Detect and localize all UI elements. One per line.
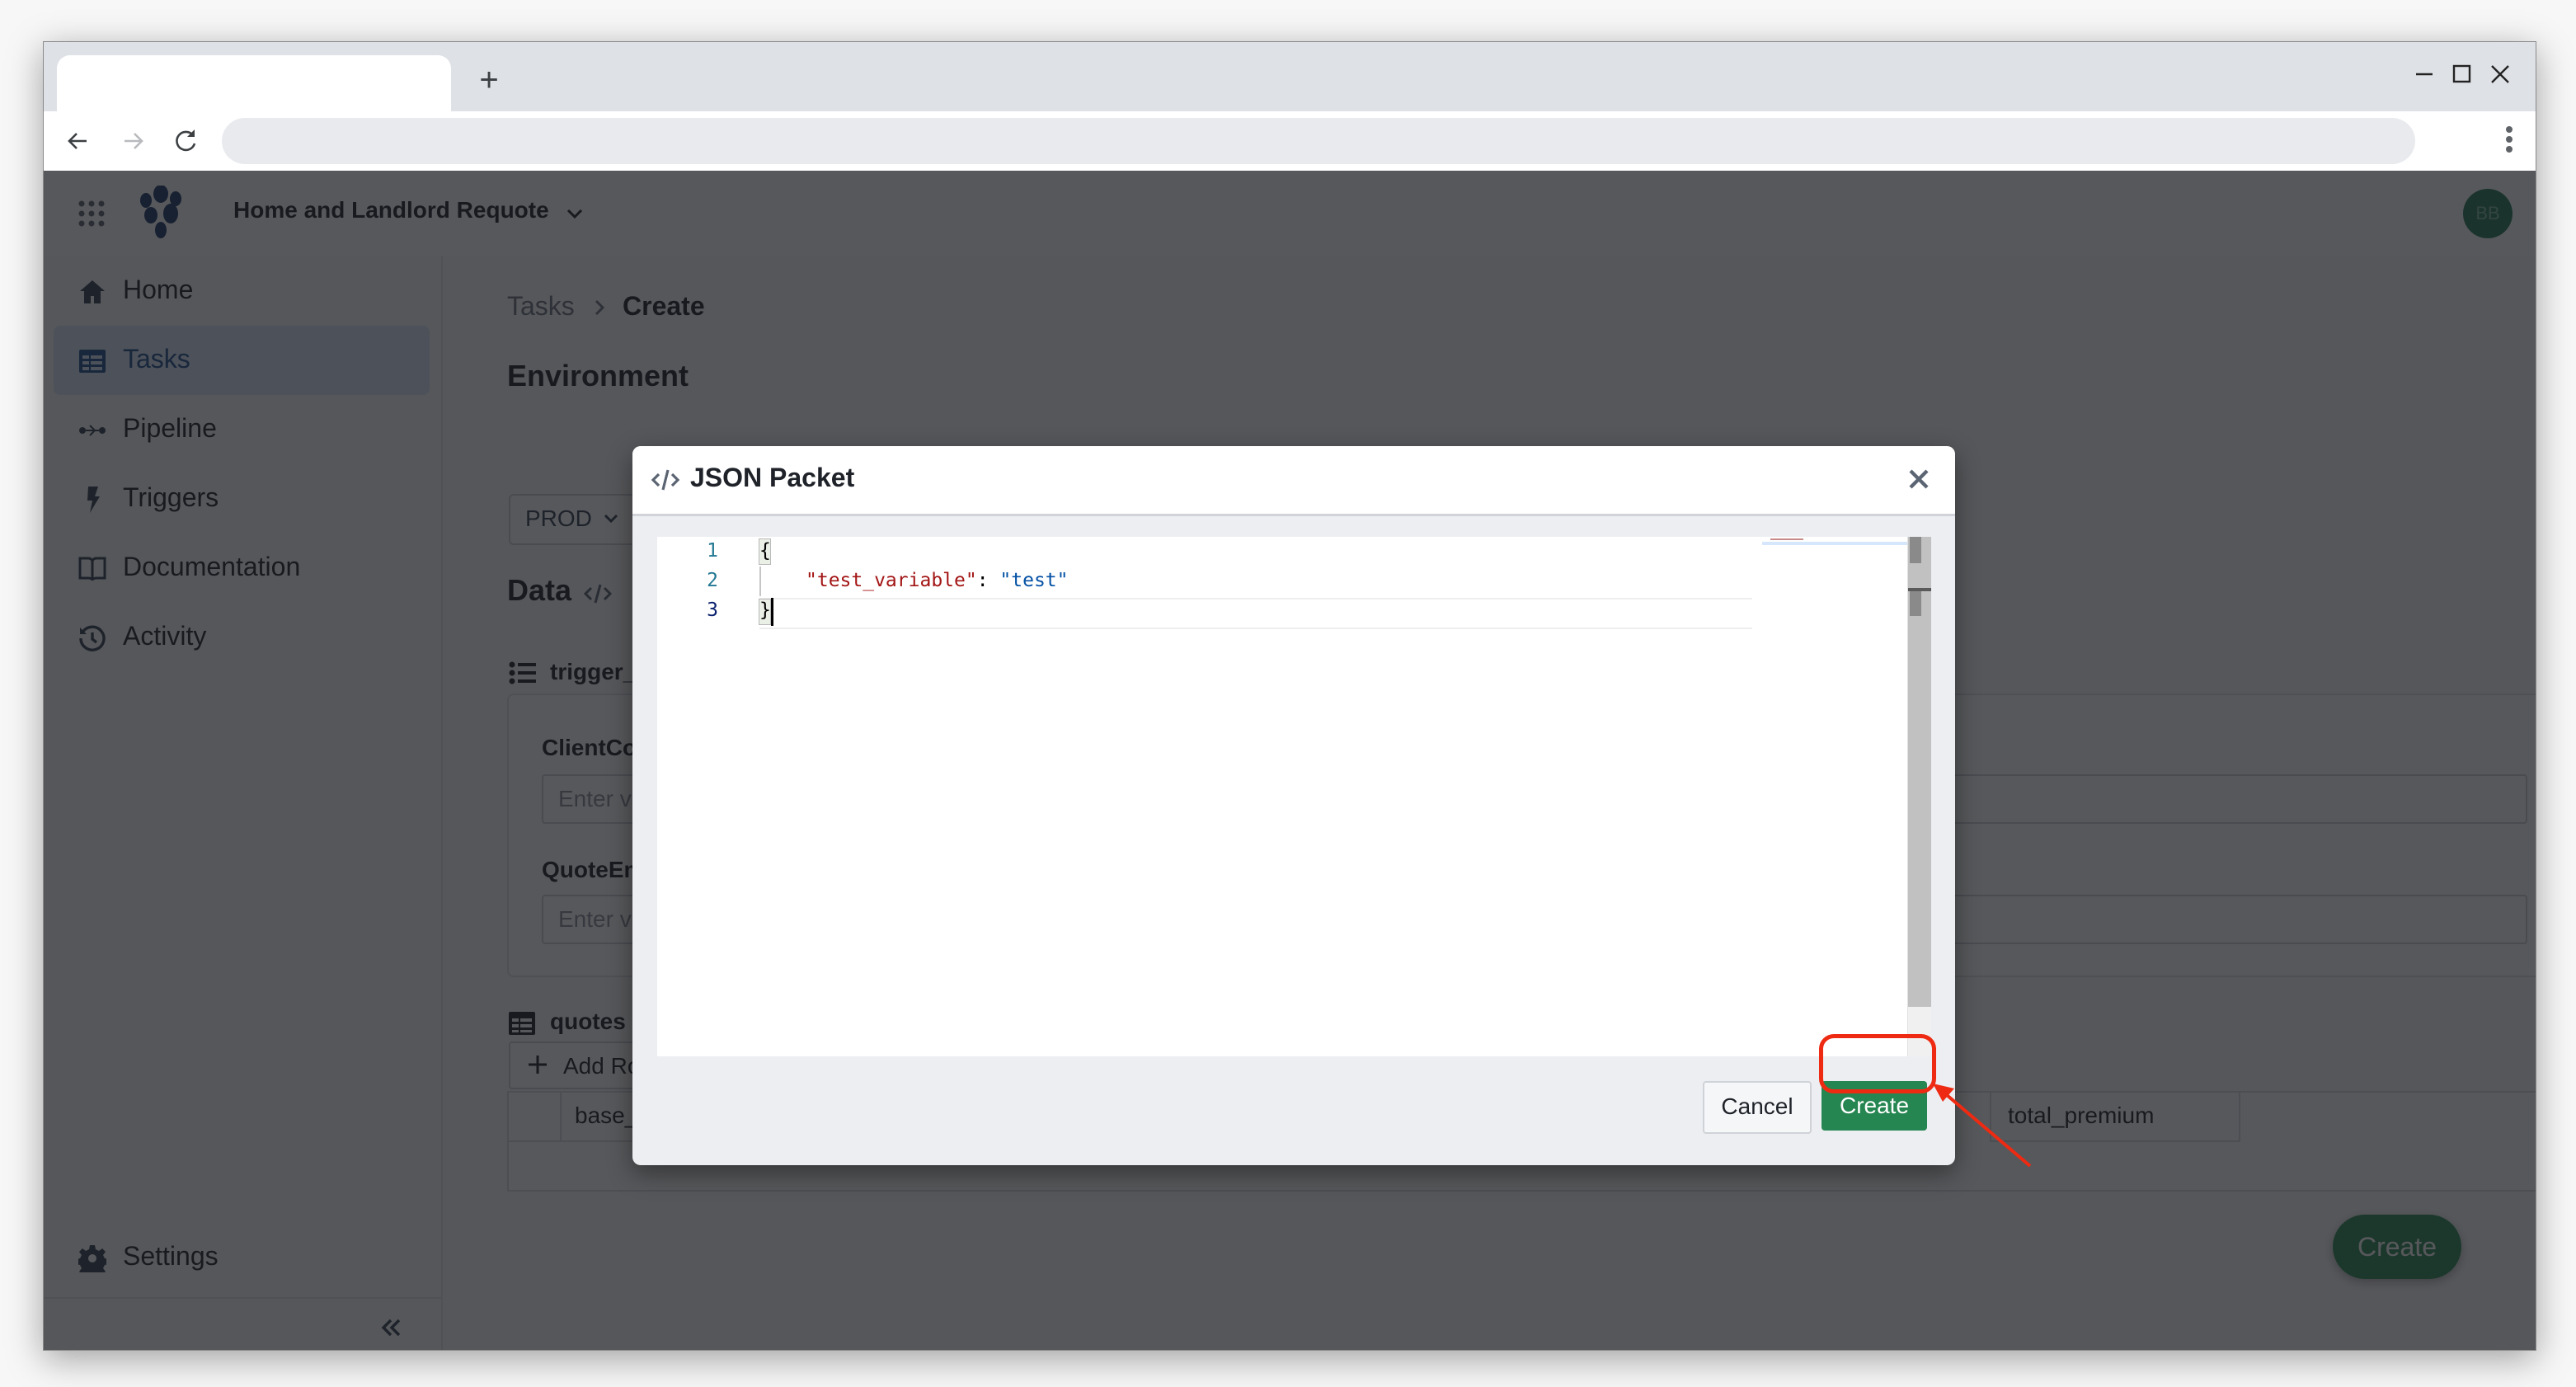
address-bar[interactable] (222, 118, 2415, 164)
json-key: "test_variable" (806, 570, 977, 591)
minimize-icon[interactable] (2404, 54, 2445, 95)
line-number: 2 (707, 570, 718, 591)
reload-icon[interactable] (167, 123, 204, 159)
new-tab-button[interactable]: + (472, 63, 505, 96)
modal-title: JSON Packet (690, 463, 855, 492)
close-icon[interactable] (2480, 54, 2521, 95)
editor-minimap[interactable] (1762, 537, 1907, 1056)
tab-strip: + (44, 42, 2536, 111)
json-value: "test" (999, 570, 1069, 591)
modal-header: JSON Packet (632, 446, 1955, 516)
create-button[interactable]: Create (1822, 1081, 1927, 1131)
indent-guide (759, 567, 761, 596)
line-number: 1 (707, 540, 718, 562)
minimap-viewport (1762, 542, 1907, 545)
app-root: Home and Landlord Requote BB Home Tasks (44, 171, 2536, 1350)
current-line-highlight (759, 598, 1752, 629)
json-code-editor[interactable]: 1 2 3 { "test_variable": "test" } (657, 537, 1931, 1056)
editor-scrollbar[interactable] (1907, 537, 1931, 1056)
code-line-1: { (759, 540, 771, 562)
minimap-line (1770, 538, 1803, 540)
scrollbar-thumb[interactable] (1910, 537, 1921, 563)
text-cursor (771, 598, 773, 626)
close-icon[interactable] (1904, 464, 1934, 494)
code-icon (651, 466, 680, 494)
json-colon: : (976, 570, 1000, 591)
back-arrow-icon[interactable] (60, 123, 96, 159)
maximize-icon[interactable] (2442, 54, 2483, 95)
code-line-3: } (759, 599, 771, 621)
browser-toolbar (44, 111, 2536, 172)
forward-arrow-icon[interactable] (115, 123, 151, 159)
code-line-2: "test_variable": "test" (806, 570, 1069, 591)
json-packet-modal: JSON Packet 1 2 3 { "test_variable": "te… (632, 446, 1955, 1165)
cancel-button[interactable]: Cancel (1703, 1081, 1812, 1134)
browser-window: + JSON Packet 1 2 3 {"test_variable": "… (43, 41, 2536, 1351)
browser-tab[interactable] (57, 55, 451, 111)
line-number: 3 (707, 599, 718, 621)
kebab-menu-icon[interactable] (2501, 123, 2517, 159)
